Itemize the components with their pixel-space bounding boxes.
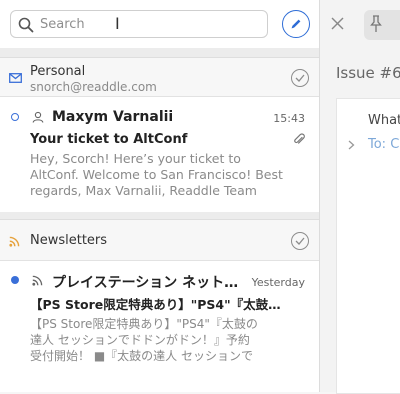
preview-line: Hey, Scorch! Here’s your ticket to <box>30 151 241 166</box>
search-placeholder: Search <box>40 17 85 32</box>
search-icon <box>18 17 34 33</box>
group-header-personal[interactable]: Personal snorch@readdle.com <box>0 57 319 97</box>
detail-title: Issue #6 <box>336 64 400 82</box>
mark-done-button[interactable] <box>291 69 309 87</box>
preview-line: AltConf. Welcome to San Francisco! Best <box>30 167 283 182</box>
message-list-pane: Search I Personal snorch@readdle.com Max… <box>0 0 320 392</box>
sender-name: Maxym Varnalii <box>52 109 174 125</box>
pin-icon <box>370 15 382 32</box>
message-subject: 【PS Store限定特典あり】"PS4"『太鼓… <box>30 297 281 312</box>
person-icon <box>32 111 44 123</box>
message-preview: Hey, Scorch! Here’s your ticket to AltCo… <box>30 151 285 199</box>
message-subject: Your ticket to AltConf <box>30 132 188 147</box>
mark-done-button[interactable] <box>291 232 309 250</box>
chevron-right-icon[interactable] <box>348 140 355 150</box>
rss-icon <box>9 236 20 247</box>
unread-indicator <box>11 113 19 121</box>
message-time: 15:43 <box>273 112 305 125</box>
search-field[interactable]: Search I <box>10 10 268 38</box>
preview-line: 【PS Store限定特典あり】"PS4"『太鼓の <box>30 317 258 331</box>
preview-line: 達人 セッションでドドンがドン！』予約 <box>30 333 250 347</box>
unread-indicator <box>11 276 19 284</box>
message-time: Yesterday <box>251 276 305 289</box>
message-row[interactable]: Maxym Varnalii 15:43 Your ticket to AltC… <box>0 97 319 212</box>
detail-line: What <box>368 113 400 128</box>
group-subtitle: snorch@readdle.com <box>30 80 157 94</box>
checkmark-icon <box>295 237 305 245</box>
message-row[interactable]: プレイステーション ネット… Yesterday 【PS Store限定特典あり… <box>0 261 319 392</box>
preview-line: 受付開始！ ■『太鼓の達人 セッションで <box>30 349 253 363</box>
mail-icon <box>9 73 22 83</box>
group-title: Personal <box>30 64 86 79</box>
message-preview: 【PS Store限定特典あり】"PS4"『太鼓の 達人 セッションでドドンがド… <box>30 316 285 364</box>
toolbar: Search I <box>0 0 319 48</box>
paperclip-icon <box>294 133 305 144</box>
compose-button[interactable] <box>282 10 310 38</box>
checkmark-icon <box>295 74 305 82</box>
pencil-icon <box>291 19 301 29</box>
sender-name: プレイステーション ネット… <box>52 275 239 291</box>
group-header-newsletters[interactable]: Newsletters <box>0 219 319 261</box>
close-icon[interactable] <box>331 17 344 30</box>
group-title: Newsletters <box>30 233 108 248</box>
text-cursor-icon: I <box>115 14 120 33</box>
recipient-line[interactable]: To: C <box>368 137 399 152</box>
preview-line: regards, Max Varnalii, Readdle Team <box>30 183 257 198</box>
rss-icon <box>32 275 43 286</box>
